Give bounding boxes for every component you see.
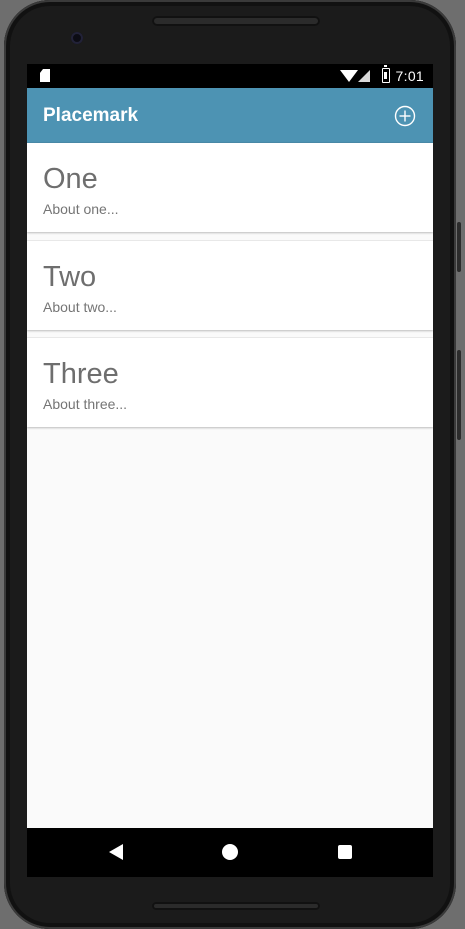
placemark-title: One	[43, 163, 98, 195]
placemark-description: About three...	[43, 396, 128, 412]
bottom-speaker	[152, 902, 320, 910]
app-screen: 7:01 Placemark One About one... Two Abou…	[27, 64, 433, 877]
navigation-bar	[27, 828, 433, 877]
volume-button	[457, 222, 461, 272]
earpiece-speaker	[152, 16, 320, 26]
placemark-card-three[interactable]: Three About three...	[27, 338, 433, 427]
placemark-card-one[interactable]: One About one...	[27, 143, 433, 232]
app-title: Placemark	[43, 105, 139, 126]
add-placemark-button[interactable]	[394, 105, 416, 127]
placemark-description: About two...	[43, 299, 117, 315]
back-icon[interactable]	[109, 844, 123, 860]
placemark-title: Two	[43, 261, 97, 293]
cell-signal-icon	[358, 70, 370, 82]
power-button	[457, 350, 461, 440]
status-bar: 7:01	[27, 64, 433, 88]
placemark-description: About one...	[43, 201, 119, 217]
home-icon[interactable]	[222, 844, 238, 860]
battery-icon	[382, 65, 390, 83]
app-toolbar: Placemark	[27, 88, 433, 143]
wifi-icon	[340, 70, 358, 82]
placemark-title: Three	[43, 358, 119, 390]
sd-card-icon	[40, 69, 50, 82]
status-time: 7:01	[395, 68, 424, 84]
recents-icon[interactable]	[338, 845, 352, 859]
front-camera	[71, 32, 83, 44]
placemark-card-two[interactable]: Two About two...	[27, 241, 433, 330]
add-circle-icon	[394, 105, 416, 127]
